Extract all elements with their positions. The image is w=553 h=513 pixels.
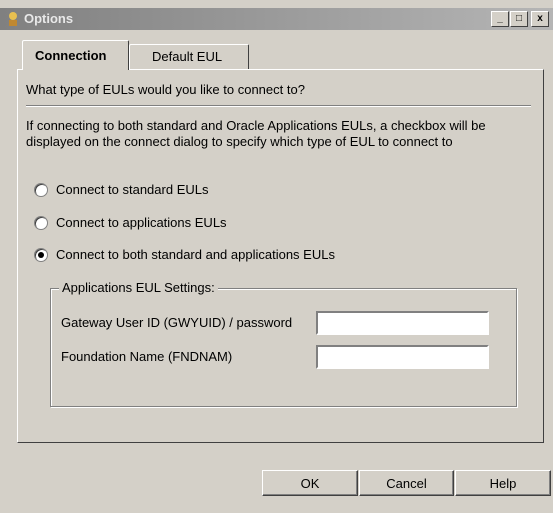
radio-both-label: Connect to both standard and application… (56, 247, 335, 262)
help-button[interactable]: Help (455, 470, 551, 496)
radio-standard-eul[interactable]: Connect to standard EULs (34, 182, 208, 197)
window-title: Options (24, 11, 74, 26)
title-bar[interactable]: Options _ □ x (0, 8, 553, 30)
options-dialog: Options _ □ x Connection Default EUL Wha… (0, 0, 553, 513)
gateway-input[interactable] (316, 311, 489, 335)
radio-button[interactable] (34, 215, 48, 230)
gateway-label: Gateway User ID (GWYUID) / password (61, 315, 293, 330)
radio-button[interactable] (34, 182, 48, 197)
tab-connection-label: Connection (35, 48, 107, 63)
tab-default-eul-label: Default EUL (152, 49, 223, 64)
close-button[interactable]: x (531, 11, 549, 27)
separator (26, 105, 531, 107)
radio-both-eul[interactable]: Connect to both standard and application… (34, 247, 335, 262)
foundation-input[interactable] (316, 345, 489, 369)
cancel-button[interactable]: Cancel (359, 470, 454, 496)
question-label: What type of EULs would you like to conn… (26, 82, 305, 97)
tab-connection[interactable]: Connection (22, 40, 129, 70)
radio-button-selected[interactable] (34, 247, 48, 262)
radio-standard-label: Connect to standard EULs (56, 182, 209, 197)
applications-eul-settings-group: Applications EUL Settings: Gateway User … (50, 280, 517, 407)
connection-panel: What type of EULs would you like to conn… (17, 69, 544, 443)
radio-applications-eul[interactable]: Connect to applications EULs (34, 215, 227, 230)
ok-button[interactable]: OK (262, 470, 358, 496)
app-icon (9, 12, 17, 26)
radio-applications-label: Connect to applications EULs (56, 215, 227, 230)
minimize-button[interactable]: _ (491, 11, 509, 27)
maximize-button[interactable]: □ (510, 11, 528, 27)
info-text: If connecting to both standard and Oracl… (26, 118, 486, 149)
foundation-label: Foundation Name (FNDNAM) (61, 349, 233, 364)
tab-default-eul[interactable]: Default EUL (129, 44, 249, 69)
group-legend: Applications EUL Settings: (59, 280, 218, 295)
